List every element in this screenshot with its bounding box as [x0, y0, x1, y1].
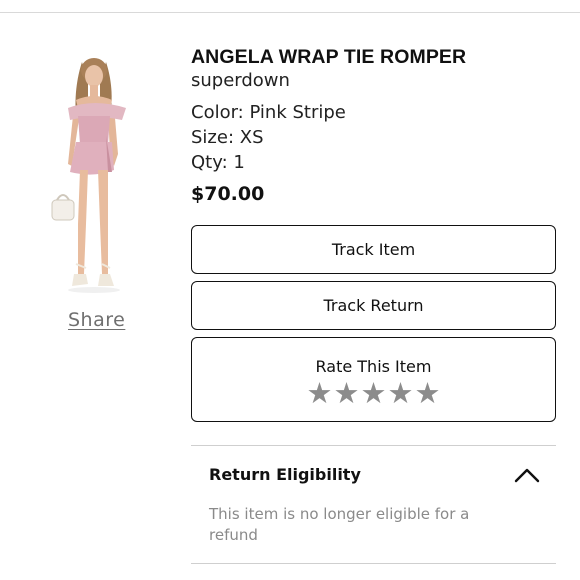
track-return-label: Track Return: [323, 296, 424, 315]
star-rating[interactable]: ★★★★★: [192, 379, 555, 408]
star-icon-4[interactable]: ★: [388, 379, 414, 408]
star-icon-2[interactable]: ★: [334, 379, 360, 408]
product-brand: superdown: [191, 70, 290, 91]
section-divider-top: [191, 445, 556, 446]
return-eligibility-title[interactable]: Return Eligibility: [209, 465, 361, 484]
product-title: ANGELA WRAP TIE ROMPER: [191, 46, 467, 68]
star-icon-3[interactable]: ★: [361, 379, 387, 408]
product-price: $70.00: [191, 183, 265, 205]
product-image[interactable]: [48, 54, 140, 296]
track-item-button[interactable]: Track Item: [191, 225, 556, 274]
product-qty: Qty: 1: [191, 152, 245, 173]
star-icon-1[interactable]: ★: [307, 379, 333, 408]
section-divider-bottom: [191, 563, 556, 564]
rate-item-panel: Rate This Item ★★★★★: [191, 337, 556, 422]
product-photo-icon: [51, 58, 126, 293]
share-link[interactable]: Share: [68, 309, 125, 331]
star-icon-5[interactable]: ★: [415, 379, 441, 408]
top-divider: [0, 12, 580, 13]
rate-item-label: Rate This Item: [315, 357, 432, 376]
product-size: Size: XS: [191, 127, 264, 148]
return-eligibility-message: This item is no longer eligible for a re…: [209, 505, 470, 544]
track-item-label: Track Item: [331, 240, 416, 259]
track-return-button[interactable]: Track Return: [191, 281, 556, 330]
product-color: Color: Pink Stripe: [191, 102, 346, 123]
chevron-up-icon[interactable]: [514, 467, 540, 483]
